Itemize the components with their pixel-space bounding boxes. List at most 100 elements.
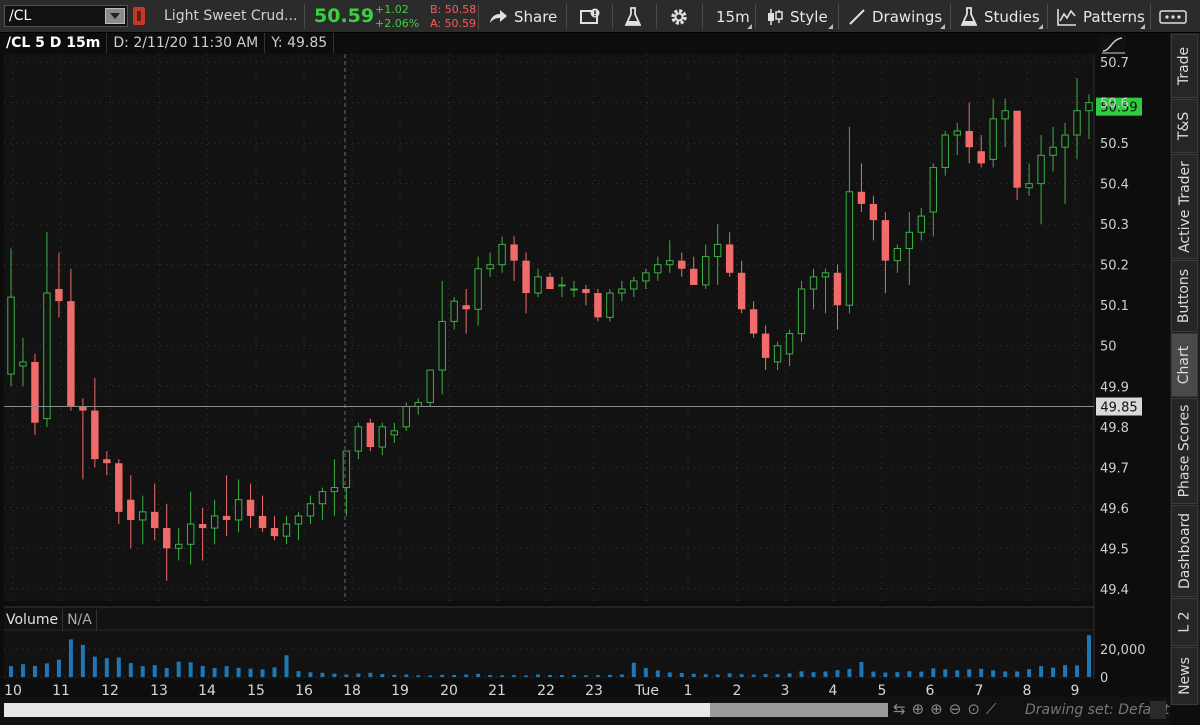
zoom-box-icon[interactable]: ⊙ — [967, 700, 980, 718]
candle-body — [318, 491, 327, 505]
patterns-label: Patterns — [1083, 7, 1145, 26]
candle-body — [306, 503, 315, 517]
studies-button[interactable]: Studies — [960, 0, 1040, 33]
tab-chart[interactable]: Chart — [1171, 333, 1198, 397]
volume-bar — [548, 674, 552, 677]
volume-bar — [128, 663, 133, 677]
volume-bar — [1087, 635, 1091, 677]
candle-body — [666, 260, 674, 266]
tab-active-trader[interactable]: Active Trader — [1171, 154, 1198, 259]
price-pane[interactable] — [4, 54, 1094, 601]
zoom-in-icon[interactable]: ⊕ — [930, 700, 943, 718]
volume-bar — [763, 674, 768, 677]
market-watch-flag-icon[interactable] — [133, 7, 145, 25]
volume-bar — [979, 668, 984, 677]
price-tick-label: 50.1 — [1100, 299, 1129, 314]
volume-bar — [1063, 665, 1068, 677]
timeframe-button[interactable]: 15m — [716, 0, 750, 33]
scrollbar-thumb[interactable] — [710, 703, 888, 717]
percent-change: +2.06% — [375, 17, 420, 30]
volume-bar — [619, 674, 624, 677]
tab-phase-scores[interactable]: Phase Scores — [1171, 398, 1198, 504]
volume-bar — [332, 673, 337, 677]
volume-bar — [248, 668, 253, 677]
volume-bar — [607, 674, 612, 677]
divider — [1047, 4, 1048, 29]
candle-body — [749, 309, 758, 334]
volume-bar — [1039, 666, 1044, 677]
flask-icon — [960, 6, 978, 26]
candle-body — [79, 406, 87, 411]
symbol-dropdown-button[interactable] — [105, 8, 125, 24]
line-tool-icon — [849, 8, 865, 25]
time-tick-label: 19 — [391, 683, 409, 697]
volume-bar — [104, 658, 109, 677]
volume-study-label: Volume — [4, 609, 64, 631]
scroll-arrow-button[interactable] — [1150, 701, 1166, 719]
candle-body — [31, 361, 39, 423]
divider — [478, 4, 479, 29]
drawing-set-label: Drawing set: Default — [1025, 702, 1170, 718]
volume-bar — [116, 657, 121, 677]
volume-bar — [811, 672, 816, 677]
volume-bar — [80, 644, 85, 677]
price-tick-label: 49.4 — [1100, 583, 1129, 598]
candle-body — [127, 499, 135, 520]
tab-buttons[interactable]: Buttons — [1171, 260, 1198, 332]
zoom-out-icon[interactable]: ⊖ — [949, 700, 962, 718]
time-tick-label: 18 — [343, 683, 361, 697]
volume-bar — [380, 674, 385, 677]
candle-body — [366, 422, 375, 448]
dropdown-indicator-icon — [940, 24, 945, 29]
price-tick-label: 50.6 — [1100, 97, 1129, 112]
candle-body — [989, 118, 997, 160]
flexible-grid-button[interactable] — [580, 0, 608, 33]
drawings-button[interactable]: Drawings — [848, 0, 942, 33]
candle-body — [438, 320, 446, 371]
patterns-button[interactable]: Patterns — [1057, 0, 1145, 33]
symbol-input[interactable]: /CL — [5, 8, 105, 24]
time-tick-label: 7 — [975, 683, 984, 697]
pan-icon[interactable]: ⇆ — [893, 700, 906, 718]
time-tick-label: 3 — [781, 683, 790, 697]
price-tick-label: 50 — [1100, 340, 1117, 355]
candle-body — [797, 288, 806, 335]
candle-body — [606, 292, 614, 318]
style-button[interactable]: Style — [766, 0, 828, 33]
volume-bar — [200, 665, 205, 677]
tab-level-2[interactable]: L 2 — [1171, 598, 1198, 646]
settings-button[interactable] — [669, 0, 695, 33]
candle-body — [510, 244, 518, 261]
candle-body — [654, 264, 662, 274]
candle-body — [1085, 102, 1093, 112]
tab-dashboard[interactable]: Dashboard — [1171, 505, 1198, 597]
crosshair-icon[interactable]: ⊕ — [912, 700, 925, 718]
price-axis[interactable] — [1094, 54, 1170, 601]
time-tick-label: 9 — [1071, 683, 1080, 697]
volume-bar — [392, 674, 397, 677]
volume-bar — [847, 668, 852, 677]
studies-lab-button[interactable] — [624, 0, 648, 33]
candle-body — [977, 151, 985, 164]
volume-bar — [368, 672, 373, 677]
tab-time-and-sales[interactable]: T&S — [1171, 99, 1198, 153]
candle-body — [618, 288, 626, 294]
ask-price: A: 50.59 — [430, 17, 477, 30]
divider — [566, 4, 567, 29]
share-button[interactable]: Share — [488, 0, 557, 33]
candle-body — [821, 272, 830, 278]
candle-body — [833, 272, 842, 306]
drawing-set-selector[interactable]: Drawing set: Default — [1025, 702, 1169, 718]
candle-body — [234, 499, 243, 521]
divider — [304, 4, 305, 29]
symbol-selector[interactable]: /CL — [4, 5, 128, 27]
price-axis-corner-icon[interactable] — [1100, 35, 1126, 55]
candle-body — [773, 345, 782, 363]
price-chart[interactable]: 49.8550.59 50.750.650.550.450.350.250.15… — [0, 33, 1170, 697]
volume-bar — [224, 666, 229, 677]
tab-news[interactable]: News — [1171, 647, 1198, 705]
tab-trade[interactable]: Trade — [1171, 34, 1198, 98]
drawing-tool-icon[interactable]: ⟋ — [986, 700, 997, 718]
more-options-button[interactable] — [1158, 0, 1194, 33]
candle — [594, 289, 602, 322]
